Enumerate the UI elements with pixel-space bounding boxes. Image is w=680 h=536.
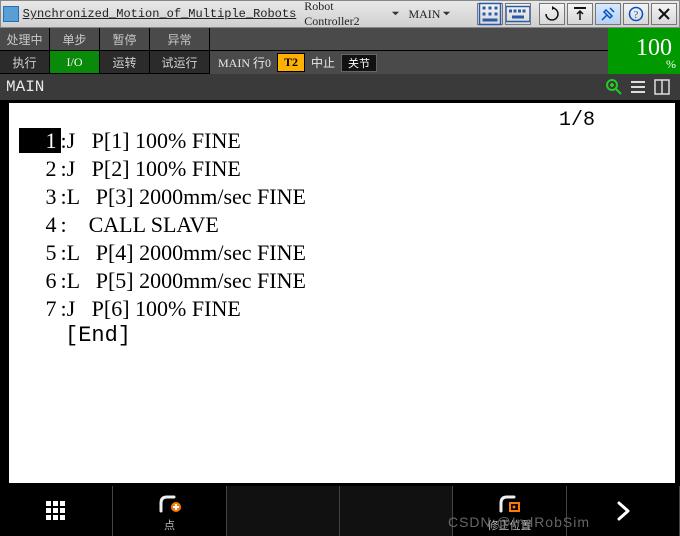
status-io: I/O: [50, 51, 100, 74]
code-line[interactable]: 4: CALL SLAVE: [19, 211, 665, 239]
status-test: 试运行: [150, 51, 210, 74]
softkey-point-label: 点: [164, 517, 175, 533]
code-lines: 1:J P[1] 100% FINE 2:J P[2] 100% FINE 3:…: [19, 109, 665, 323]
controller-dropdown[interactable]: Robot Controller2: [304, 0, 400, 29]
app-icon: [3, 6, 19, 22]
robot-touchup-icon: [496, 489, 522, 515]
keypad-icon[interactable]: [477, 3, 503, 25]
softkey-grid[interactable]: [0, 486, 113, 536]
line-counter: 1/8: [559, 109, 595, 132]
program-dropdown-label: MAIN: [408, 7, 440, 22]
pin-icon[interactable]: [595, 3, 621, 25]
keyboard-icon[interactable]: [505, 3, 531, 25]
title-bar: Synchronized_Motion_of_Multiple_Robots R…: [0, 0, 680, 28]
status-alarm: 异常: [150, 28, 210, 51]
status-pause: 暂停: [100, 28, 150, 51]
override-display[interactable]: 100 %: [608, 28, 680, 74]
status-mid: MAIN 行0 T2 中止 关节: [210, 28, 608, 74]
svg-text:?: ?: [634, 10, 639, 21]
menu-icon[interactable]: [626, 77, 650, 97]
project-name: Synchronized_Motion_of_Multiple_Robots: [23, 7, 297, 21]
status-stop: 中止: [311, 54, 335, 71]
code-line[interactable]: 7:J P[6] 100% FINE: [19, 295, 665, 323]
soft-key-bar: 点 修正位置 CSDN @IndRobSim: [0, 486, 680, 536]
status-oper: 运转: [100, 51, 150, 74]
status-grid: 处理中 单步 暂停 异常 执行 I/O 运转 试运行: [0, 28, 210, 74]
zoom-icon[interactable]: [602, 77, 626, 97]
chevron-down-icon: [442, 7, 451, 22]
code-line[interactable]: 2:J P[2] 100% FINE: [19, 155, 665, 183]
status-processing: 处理中: [0, 28, 50, 51]
override-unit: %: [666, 57, 676, 72]
layout-icon[interactable]: [650, 77, 674, 97]
robot-add-icon: [156, 489, 182, 515]
program-editor[interactable]: 1/8 1:J P[1] 100% FINE 2:J P[2] 100% FIN…: [8, 102, 676, 484]
chevron-right-icon: [610, 498, 636, 524]
help-icon[interactable]: ?: [623, 3, 649, 25]
refresh-icon[interactable]: [539, 3, 565, 25]
program-dropdown[interactable]: MAIN: [408, 7, 451, 22]
status-info-prefix: MAIN 行0: [218, 54, 271, 71]
status-run: 执行: [0, 51, 50, 74]
chevron-down-icon: [391, 7, 400, 22]
code-line[interactable]: 6:L P[5] 2000mm/sec FINE: [19, 267, 665, 295]
grid-icon: [43, 498, 69, 524]
joint-badge: 关节: [341, 54, 377, 72]
status-step: 单步: [50, 28, 100, 51]
top-align-icon[interactable]: [567, 3, 593, 25]
window-buttons: ?: [539, 3, 677, 25]
end-marker: [End]: [19, 323, 665, 348]
editor-wrap: 1/8 1:J P[1] 100% FINE 2:J P[2] 100% FIN…: [0, 100, 680, 486]
controller-dropdown-label: Robot Controller2: [304, 0, 389, 29]
sub-header: MAIN: [0, 74, 680, 100]
softkey-3[interactable]: [227, 486, 340, 536]
status-band: 处理中 单步 暂停 异常 执行 I/O 运转 试运行 MAIN 行0 T2 中止…: [0, 28, 680, 74]
sub-header-title: MAIN: [6, 78, 44, 96]
softkey-4[interactable]: [340, 486, 453, 536]
code-line[interactable]: 3:L P[3] 2000mm/sec FINE: [19, 183, 665, 211]
close-icon[interactable]: [651, 3, 677, 25]
watermark: CSDN @IndRobSim: [448, 514, 590, 530]
keyboard-buttons: [477, 3, 531, 25]
mode-badge: T2: [277, 53, 305, 72]
softkey-point[interactable]: 点: [113, 486, 226, 536]
code-line[interactable]: 5:L P[4] 2000mm/sec FINE: [19, 239, 665, 267]
